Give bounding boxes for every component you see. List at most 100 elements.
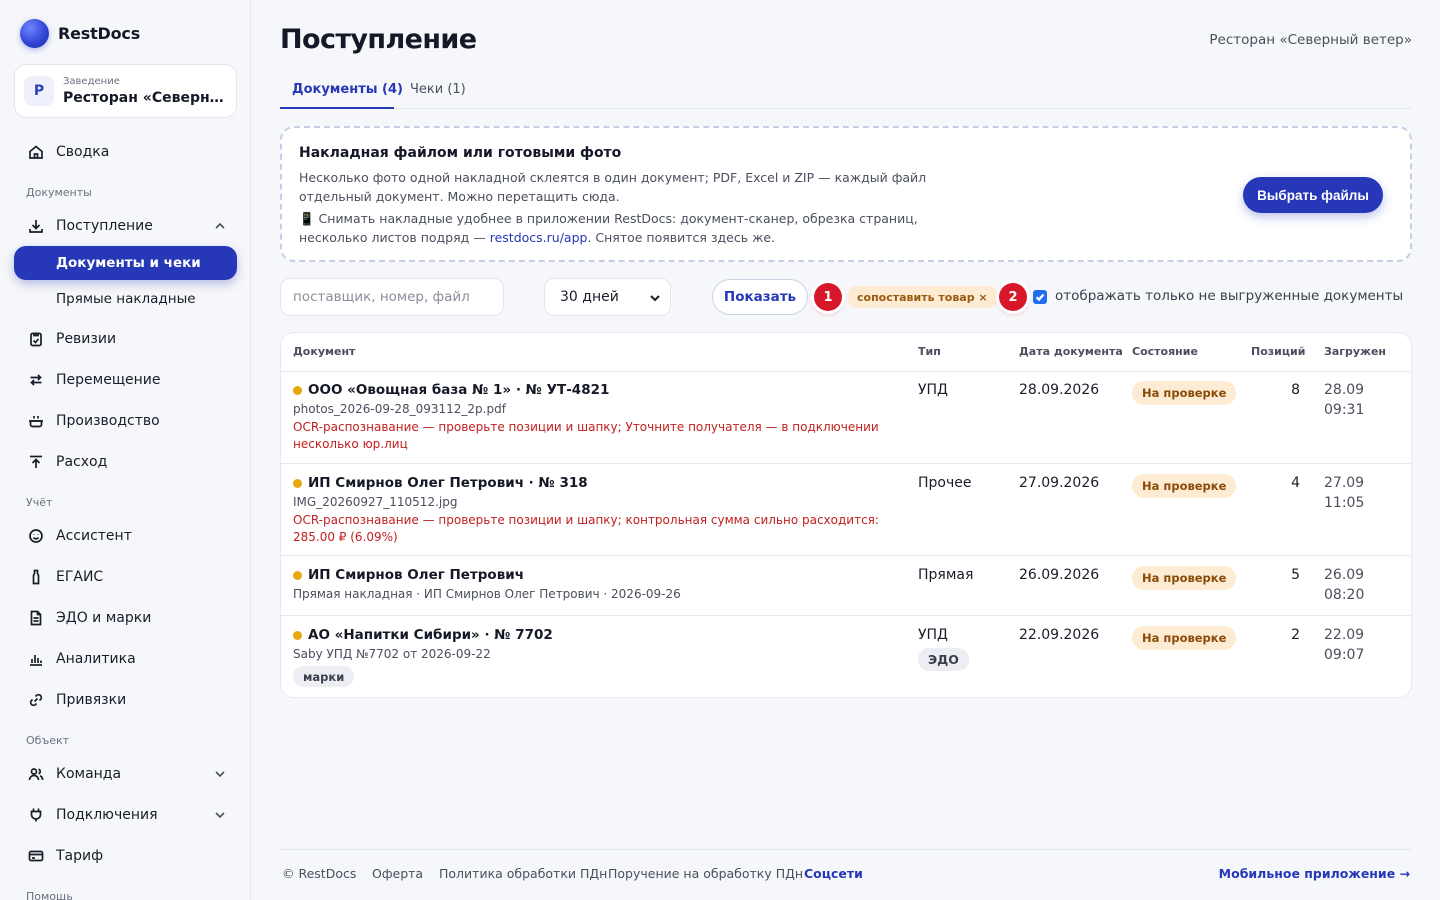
- sidebar-item-receipts[interactable]: Поступление: [14, 209, 237, 243]
- sidebar-item-label: Расход: [56, 454, 108, 470]
- sidebar-item-expense[interactable]: Расход: [14, 445, 237, 479]
- sidebar-section-object: Объект: [26, 734, 70, 747]
- brand[interactable]: RestDocs: [20, 19, 140, 48]
- document-title[interactable]: ООО «Овощная база № 1» · № УТ-4821: [293, 382, 609, 398]
- sidebar-item-label: Аналитика: [56, 651, 136, 667]
- sidebar-item-summary[interactable]: Сводка: [14, 135, 237, 169]
- loaded-time: 26.09 08:20: [1324, 567, 1365, 603]
- tab-receipts[interactable]: Чеки (1): [410, 82, 466, 97]
- column-header-type: Тип: [918, 345, 941, 358]
- sidebar-item-analytics[interactable]: Аналитика: [14, 642, 237, 676]
- sidebar: RestDocs Р Заведение Ресторан «Северный …: [0, 0, 251, 900]
- sidebar-subitem-direct-invoices[interactable]: Прямые накладные: [14, 282, 237, 316]
- sidebar-item-label: Ревизии: [56, 331, 117, 347]
- sidebar-item-label: Поступление: [56, 218, 153, 234]
- document-type: УПД: [918, 627, 948, 643]
- sidebar-section-help: Помощь: [26, 890, 73, 900]
- choose-files-button[interactable]: Выбрать файлы: [1243, 177, 1383, 213]
- venue-label: Заведение: [63, 76, 120, 87]
- document-title-text: ООО «Овощная база № 1» · № УТ-4821: [308, 382, 610, 398]
- sidebar-section-docs: Документы: [26, 186, 92, 199]
- footer-link-policy[interactable]: Политика обработки ПДн: [439, 866, 607, 881]
- credit-card-icon: [28, 848, 44, 864]
- document-date: 26.09.2026: [1019, 567, 1100, 583]
- status-dot: [293, 630, 302, 640]
- filters-bar: 30 дней Показать 1 сопоставить товар × 2…: [280, 278, 1412, 318]
- step-marker-1: 1: [814, 283, 842, 311]
- search-input[interactable]: [280, 278, 504, 316]
- sidebar-item-label: Ассистент: [56, 528, 132, 544]
- sidebar-item-links[interactable]: Привязки: [14, 683, 237, 717]
- app-link[interactable]: restdocs.ru/app: [490, 230, 588, 245]
- bar-chart-icon: [28, 651, 44, 667]
- sidebar-item-label: Подключения: [56, 807, 158, 823]
- sidebar-item-connections[interactable]: Подключения: [14, 798, 237, 832]
- only-not-exported-checkbox[interactable]: [1033, 290, 1047, 304]
- table-row[interactable]: АО «Напитки Сибири» · № 7702 Saby УПД №7…: [281, 616, 1411, 697]
- document-file: IMG_20260927_110512.jpg: [293, 495, 458, 509]
- sidebar-item-egais[interactable]: ЕГАИС: [14, 560, 237, 594]
- sidebar-item-tariff[interactable]: Тариф: [14, 839, 237, 873]
- status-dot: [293, 478, 302, 488]
- link-icon: [28, 692, 44, 708]
- users-icon: [28, 766, 44, 782]
- arrows-swap-icon: [28, 372, 44, 388]
- sidebar-item-label: Привязки: [56, 692, 127, 708]
- step-marker-2: 2: [999, 283, 1027, 311]
- clipboard-check-icon: [28, 331, 44, 347]
- download-icon: [28, 218, 44, 234]
- footer-link-social[interactable]: Соцсети: [804, 866, 863, 881]
- footer-link-consent[interactable]: Поручение на обработку ПДн: [608, 866, 803, 881]
- venue-switcher[interactable]: Р Заведение Ресторан «Северный ветер»: [14, 64, 237, 118]
- sidebar-item-assistant[interactable]: Ассистент: [14, 519, 237, 553]
- sidebar-item-label: Производство: [56, 413, 160, 429]
- sidebar-item-transfer[interactable]: Перемещение: [14, 363, 237, 397]
- marks-pill: марки: [293, 666, 355, 687]
- period-select[interactable]: 30 дней: [544, 278, 671, 316]
- table-row[interactable]: ИП Смирнов Олег Петрович · № 318 IMG_202…: [281, 464, 1411, 556]
- document-title[interactable]: ИП Смирнов Олег Петрович · № 318: [293, 475, 588, 491]
- sidebar-section-account: Учёт: [26, 496, 53, 509]
- table-row[interactable]: ИП Смирнов Олег Петрович Прямая накладна…: [281, 556, 1411, 616]
- column-header-loaded: Загружен: [1324, 345, 1387, 358]
- sidebar-item-team[interactable]: Команда: [14, 757, 237, 791]
- sidebar-item-audits[interactable]: Ревизии: [14, 322, 237, 356]
- positions-count: 8: [1291, 382, 1300, 398]
- period-select-value: 30 дней: [560, 289, 619, 305]
- document-title[interactable]: АО «Напитки Сибири» · № 7702: [293, 627, 553, 643]
- table-row[interactable]: ООО «Овощная база № 1» · № УТ-4821 photo…: [281, 371, 1411, 464]
- footer-link-offer[interactable]: Оферта: [372, 866, 423, 881]
- header-venue-name: Ресторан «Северный ветер»: [1209, 32, 1412, 48]
- document-warning: OCR-распознавание — проверьте позиции и …: [293, 513, 879, 544]
- sidebar-item-label: Сводка: [56, 144, 110, 160]
- sidebar-item-production[interactable]: Производство: [14, 404, 237, 438]
- venue-name: Ресторан «Северный ветер»: [63, 90, 228, 106]
- document-file: Saby УПД №7702 от 2026-09-22: [293, 647, 491, 661]
- tab-documents[interactable]: Документы (4): [292, 82, 403, 97]
- document-type: Прочее: [918, 475, 972, 491]
- plug-icon: [28, 807, 44, 823]
- tab-active-indicator: [280, 107, 394, 109]
- document-type: УПД: [918, 382, 948, 398]
- sidebar-item-label: Команда: [56, 766, 122, 782]
- footer: © RestDocs Оферта Политика обработки ПДн…: [280, 849, 1412, 900]
- show-button[interactable]: Показать: [712, 279, 808, 315]
- document-icon: [28, 610, 44, 626]
- sidebar-item-label: Перемещение: [56, 372, 161, 388]
- upload-dropzone[interactable]: Накладная файлом или готовыми фото Неско…: [280, 126, 1412, 262]
- document-title-text: ИП Смирнов Олег Петрович: [308, 567, 524, 583]
- status-badge: На проверке: [1132, 474, 1237, 498]
- column-header-document: Документ: [293, 345, 356, 358]
- sidebar-item-label: Тариф: [56, 848, 104, 864]
- sidebar-item-edo[interactable]: ЭДО и марки: [14, 601, 237, 635]
- chevron-down-icon: [213, 767, 227, 781]
- match-product-tag[interactable]: сопоставить товар ×: [848, 286, 997, 308]
- brand-name: RestDocs: [58, 24, 141, 43]
- footer-link-mobile-app[interactable]: Мобильное приложение →: [1219, 866, 1410, 881]
- bottle-icon: [28, 569, 44, 585]
- only-not-exported-label[interactable]: отображать только не выгруженные докумен…: [1055, 288, 1403, 304]
- footer-copyright: © RestDocs: [282, 866, 357, 881]
- document-title[interactable]: ИП Смирнов Олег Петрович: [293, 567, 524, 583]
- loaded-time: 22.09 09:07: [1324, 627, 1365, 663]
- sidebar-subitem-docs-receipts[interactable]: Документы и чеки: [14, 246, 237, 280]
